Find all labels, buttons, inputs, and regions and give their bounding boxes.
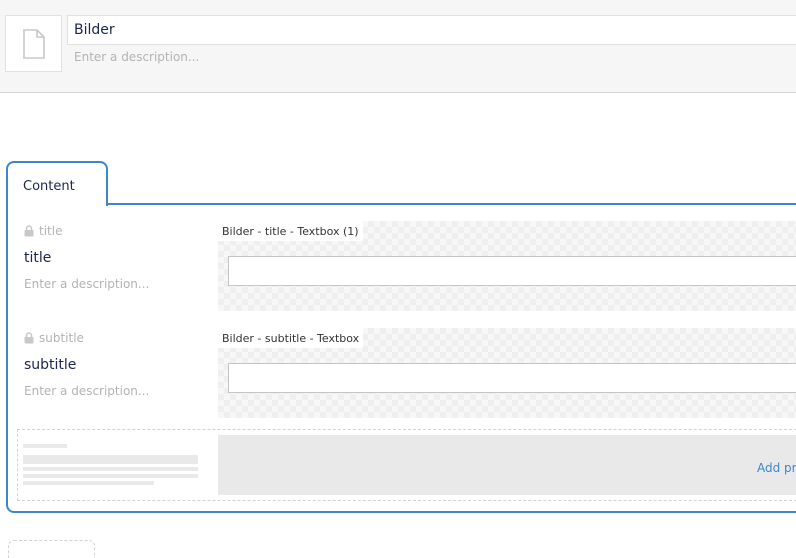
document-type-name-input[interactable] — [67, 15, 796, 45]
property-editor-label: Bilder - subtitle - Textbox — [218, 328, 364, 348]
title-textbox[interactable] — [228, 256, 796, 286]
document-type-header — [0, 0, 796, 93]
property-editor-preview[interactable]: Bilder - subtitle - Textbox — [218, 328, 796, 418]
document-type-icon-picker[interactable] — [5, 15, 62, 72]
property-editor-preview[interactable]: Bilder - title - Textbox (1) — [218, 221, 796, 311]
tab-content[interactable]: Content — [6, 161, 108, 206]
subtitle-textbox[interactable] — [228, 363, 796, 393]
property-alias-text: subtitle — [39, 331, 84, 345]
document-type-description-input[interactable] — [67, 46, 796, 68]
lock-icon — [24, 332, 34, 344]
property-label[interactable]: title — [24, 250, 51, 266]
skeleton-line — [23, 474, 198, 478]
tab-border-cover — [8, 202, 106, 206]
property-alias[interactable]: title — [24, 224, 62, 238]
property-editor-label: Bilder - title - Textbox (1) — [218, 221, 363, 241]
skeleton-line — [23, 455, 198, 464]
lock-icon — [24, 225, 34, 237]
skeleton-line — [23, 467, 198, 471]
add-group-placeholder[interactable] — [8, 540, 95, 558]
add-property-button[interactable]: Add pr — [757, 461, 796, 475]
property-alias[interactable]: subtitle — [24, 331, 84, 345]
property-label[interactable]: subtitle — [24, 357, 76, 373]
add-property-area[interactable]: Add pr — [218, 435, 796, 495]
property-alias-text: title — [39, 224, 63, 238]
property-description-input[interactable] — [20, 274, 205, 294]
tab-content-label: Content — [23, 179, 75, 194]
document-icon — [22, 28, 45, 59]
skeleton-line — [23, 481, 154, 485]
property-description-input[interactable] — [20, 381, 205, 401]
skeleton-line — [23, 444, 67, 448]
